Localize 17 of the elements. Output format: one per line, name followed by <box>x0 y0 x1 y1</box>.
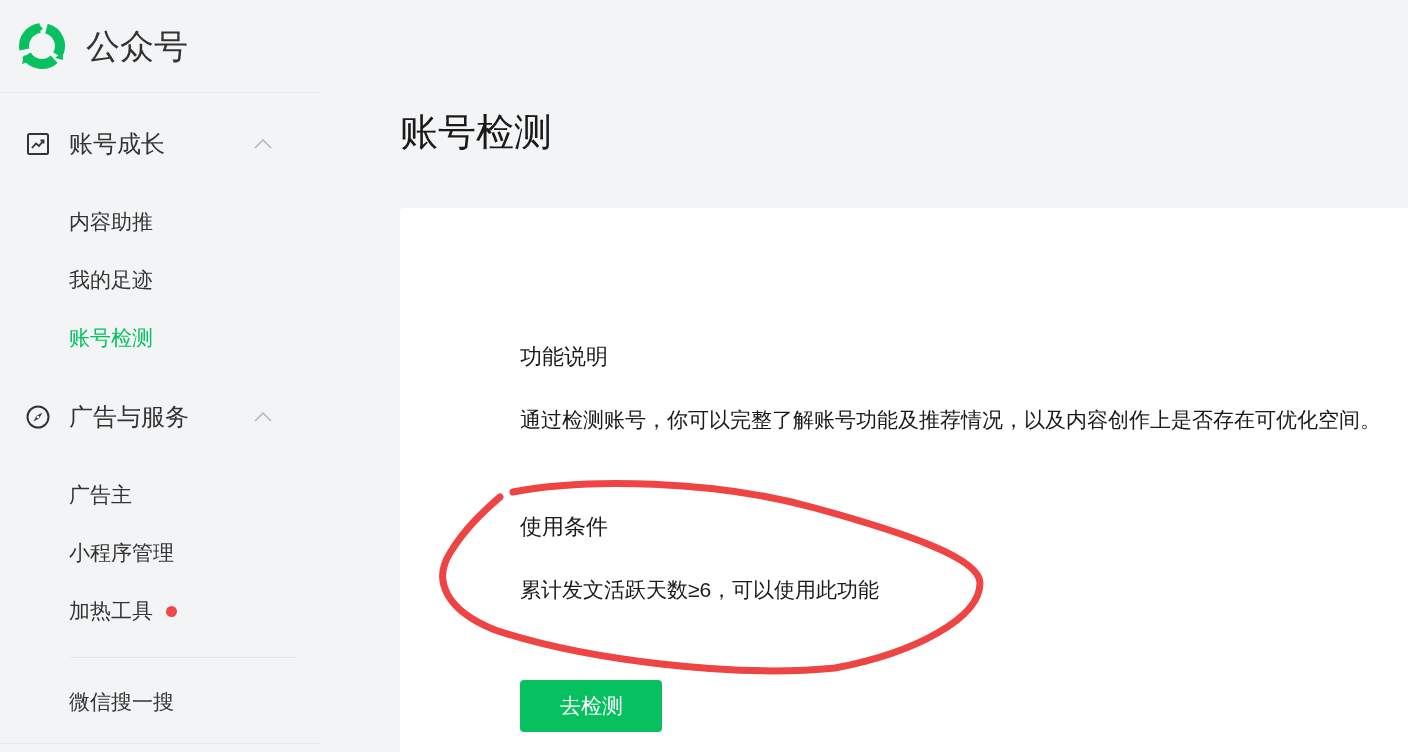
section-text: 累计发文活跃天数≥6，可以使用此功能 <box>520 577 880 603</box>
sidebar-group-toggle[interactable]: 广告与服务 <box>26 401 272 433</box>
sidebar-item[interactable]: 小程序管理 <box>69 539 174 567</box>
compass-icon <box>26 405 50 429</box>
sidebar-group-toggle[interactable]: 账号成长 <box>26 128 272 160</box>
page-title: 账号检测 <box>400 110 552 155</box>
app-name: 公众号 <box>86 26 188 66</box>
sidebar-item[interactable]: 加热工具 <box>69 597 177 625</box>
sidebar-item[interactable]: 内容助推 <box>69 208 153 236</box>
sidebar-item[interactable]: 广告主 <box>69 481 132 509</box>
section-heading: 使用条件 <box>520 513 608 541</box>
section-heading: 功能说明 <box>520 343 608 371</box>
section-text: 通过检测账号，你可以完整了解账号功能及推荐情况，以及内容创作上是否存在可优化空间。 <box>520 407 1381 433</box>
trend-chart-icon <box>26 132 50 156</box>
sidebar-item[interactable]: 我的足迹 <box>69 266 153 294</box>
logo-icon <box>18 22 66 70</box>
sidebar-item[interactable]: 微信搜一搜 <box>69 688 174 716</box>
